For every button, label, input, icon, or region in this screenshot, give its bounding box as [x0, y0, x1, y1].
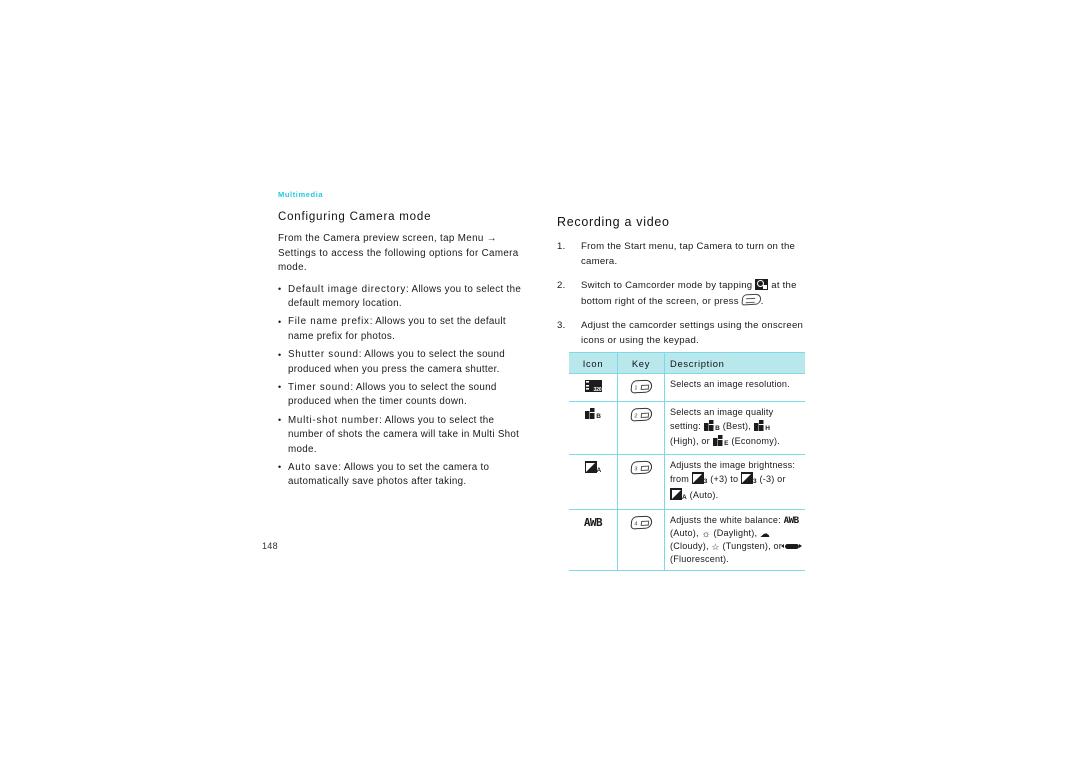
- key-1-icon: 1: [629, 379, 653, 394]
- brightness-minus-icon: [740, 472, 753, 485]
- cloudy-icon: ☁: [759, 528, 771, 540]
- cell-key: 2: [617, 401, 665, 456]
- key-label: 3: [633, 465, 638, 472]
- table-row: B 2 Selects an image quality setting: B …: [569, 401, 805, 456]
- table-header-row: Icon Key Description: [569, 351, 805, 375]
- wb-cloudy-value: (Cloudy),: [670, 541, 712, 552]
- section-tag: Multimedia: [278, 190, 324, 199]
- brightness-icon: [584, 461, 597, 474]
- option-term: File name prefix: [288, 316, 370, 328]
- quality-high-icon: [753, 419, 765, 431]
- option-term: Default image directory: [288, 283, 406, 295]
- option-term: Multi-shot number: [288, 414, 380, 426]
- quality-best-label: B: [715, 424, 721, 432]
- camera-key-icon: [740, 293, 762, 305]
- cell-icon: AWB: [569, 508, 618, 572]
- brightness-auto-icon: [670, 488, 682, 501]
- right-column-heading: Recording a video: [557, 215, 670, 229]
- column-header-description: Description: [664, 351, 805, 375]
- white-balance-icon: AWB: [583, 515, 603, 529]
- step-number: 1.: [557, 241, 566, 252]
- tungsten-icon: ☆: [711, 542, 720, 553]
- left-column: Multimedia Configuring Camera mode From …: [278, 190, 526, 494]
- wb-fluorescent-value: (Fluorescent).: [670, 554, 729, 565]
- quality-high-name: (High), or: [670, 435, 713, 446]
- page-number: 148: [262, 541, 278, 551]
- wb-tungsten-value: (Tungsten), or: [722, 541, 785, 552]
- table-body: 1 Selects an image resolution. B 2 Selec…: [569, 373, 805, 572]
- recording-steps-list: 1. From the Start menu, tap Camera to tur…: [557, 240, 809, 348]
- cell-description: Selects an image resolution.: [664, 373, 805, 403]
- cell-description: Adjusts the image brightness: from 3 (+3…: [664, 454, 805, 510]
- quality-best-icon: [703, 419, 715, 431]
- step-item: 1. From the Start menu, tap Camera to tur…: [557, 240, 809, 269]
- table-header: Icon Key Description: [569, 351, 805, 375]
- cell-key: 3: [617, 454, 665, 510]
- camcorder-settings-table: Icon Key Description 1 Selects an image …: [569, 351, 805, 572]
- brightness-plus-value: (+3) to: [710, 474, 741, 485]
- list-item: Timer sound: Allows you to select the so…: [278, 380, 526, 410]
- cell-icon: [569, 373, 618, 403]
- resolution-icon: [584, 380, 602, 393]
- brightness-auto-label: A: [682, 494, 687, 502]
- step-item: 3. Adjust the camcorder settings using th…: [557, 319, 809, 348]
- key-label: 1: [633, 384, 638, 392]
- column-header-icon: Icon: [569, 351, 618, 375]
- image-quality-label: B: [596, 413, 602, 421]
- quality-economy-label: E: [724, 439, 729, 447]
- list-item: File name prefix: Allows you to set the …: [278, 315, 526, 344]
- list-item: Auto save: Allows you to set the camera …: [278, 460, 526, 490]
- cell-icon: A: [569, 454, 618, 510]
- key-4-icon: 4: [629, 515, 653, 530]
- key-label: 2: [633, 413, 638, 420]
- brightness-plus-label: 3: [703, 478, 708, 486]
- step-item: 2. Switch to Camcorder mode by tapping at…: [557, 279, 809, 309]
- cell-description: Selects an image quality setting: B (Bes…: [664, 401, 805, 456]
- camcorder-icon: [755, 279, 769, 290]
- desc-start: Adjusts the white balance:: [670, 514, 784, 525]
- step-text: Adjust the camcorder settings using the …: [581, 320, 804, 346]
- step-text: Switch to Camcorder mode by tapping: [581, 280, 756, 291]
- option-term: Shutter sound: [288, 349, 359, 361]
- cell-key: 1: [617, 373, 665, 403]
- left-column-heading: Configuring Camera mode: [278, 211, 432, 223]
- list-item: Multi-shot number: Allows you to select …: [278, 413, 526, 458]
- quality-high-label: H: [765, 424, 771, 432]
- wb-auto-icon: AWB: [783, 514, 800, 526]
- fluorescent-icon: [781, 544, 803, 550]
- step-number: 2.: [557, 280, 566, 291]
- quality-economy-icon: [712, 434, 724, 446]
- document-page: Multimedia Configuring Camera mode From …: [0, 0, 1080, 763]
- left-column-intro: From the Camera preview screen, tap Menu…: [278, 233, 519, 274]
- camera-options-list: Default image directory: Allows you to s…: [278, 282, 526, 490]
- daylight-icon: ☼: [701, 528, 711, 540]
- brightness-label: A: [596, 467, 602, 475]
- brightness-auto-value: (Auto).: [689, 490, 719, 501]
- quality-economy-name: (Economy).: [731, 435, 780, 446]
- cell-description: Adjusts the white balance: AWB (Auto), ☼…: [664, 508, 805, 572]
- list-item: Shutter sound: Allows you to select the …: [278, 348, 526, 377]
- table-row: 1 Selects an image resolution.: [569, 373, 805, 403]
- wb-daylight-value: (Daylight),: [713, 527, 760, 538]
- quality-best-name: (Best),: [722, 420, 754, 431]
- option-term: Timer sound: [288, 381, 351, 393]
- table-row: AWB 4 Adjusts the white balance: AWB (Au…: [569, 508, 805, 572]
- brightness-minus-label: 3: [752, 478, 757, 486]
- step-text: From the Start menu, tap Camera to turn …: [581, 241, 796, 267]
- table-row: A 3 Adjusts the image brightness: from 3…: [569, 454, 805, 510]
- brightness-minus-value: (-3) or: [759, 474, 786, 485]
- wb-auto-value: (Auto),: [670, 527, 702, 538]
- key-3-icon: 3: [629, 460, 653, 475]
- option-term: Auto save: [288, 461, 339, 473]
- cell-key: 4: [617, 508, 665, 572]
- brightness-plus-icon: [691, 472, 704, 485]
- image-quality-icon: [584, 408, 596, 420]
- right-column: Recording a video 1. From the Start menu,…: [557, 215, 809, 358]
- list-item: Default image directory: Allows you to s…: [278, 282, 526, 312]
- cell-icon: B: [569, 401, 618, 456]
- column-header-key: Key: [617, 351, 665, 375]
- step-number: 3.: [557, 320, 566, 331]
- key-label: 4: [633, 520, 638, 527]
- key-2-icon: 2: [629, 407, 653, 422]
